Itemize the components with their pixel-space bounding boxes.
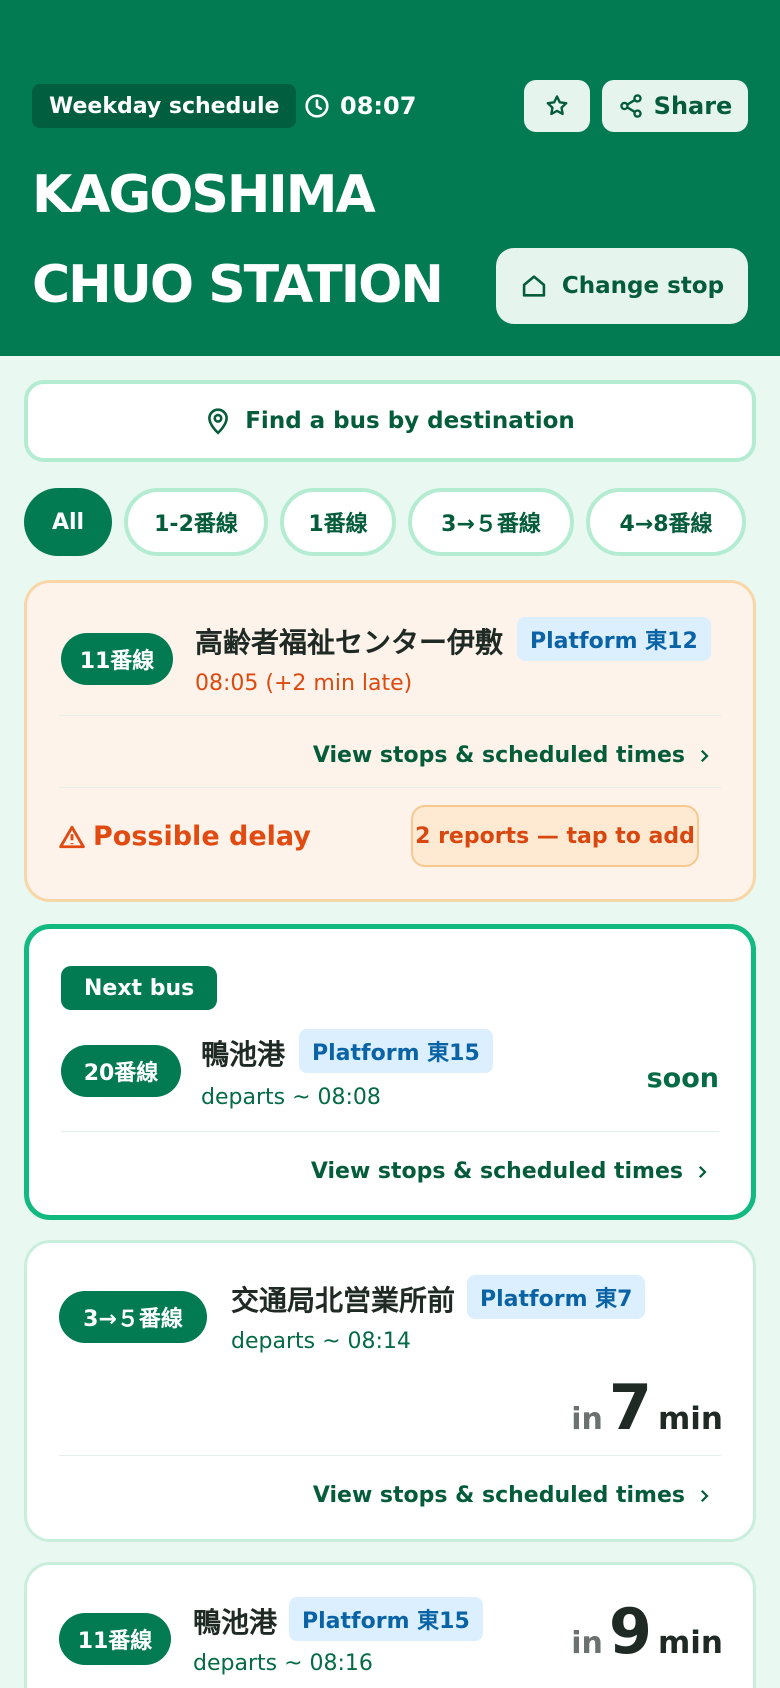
filter-chip-all[interactable]: All [24, 488, 112, 556]
star-icon [546, 95, 568, 116]
view-stops-label: View stops & scheduled times [312, 743, 685, 768]
share-button[interactable]: Share [602, 80, 748, 132]
eta: in 9 min [571, 1601, 723, 1663]
eta-unit: min [658, 1401, 723, 1437]
delay-reports-button[interactable]: 2 reports — tap to add [411, 805, 699, 867]
filter-chip-4-8[interactable]: 4→8番線 [586, 488, 746, 556]
view-stops-label: View stops & scheduled times [310, 1159, 683, 1184]
stop-title: KAGOSHIMA CHUO STATION [32, 150, 472, 330]
find-by-destination-label: Find a bus by destination [245, 408, 575, 434]
delay-status-text: 08:05 (+2 min late) [195, 671, 413, 696]
schedule-badge: Weekday schedule [32, 84, 297, 128]
divider [59, 787, 721, 788]
platform-badge: Platform 東15 [289, 1597, 483, 1641]
possible-delay-text: Possible delay [93, 821, 311, 852]
next-bus-badge: Next bus [61, 966, 218, 1010]
filter-chip-1-2[interactable]: 1-2番線 [124, 488, 268, 556]
view-stops-link[interactable]: View stops & scheduled times [313, 1483, 713, 1508]
divider [61, 1131, 719, 1132]
departure-card[interactable]: 3→５番線 交通局北営業所前 Platform 東7 departs ~ 08:… [24, 1240, 756, 1542]
eta-value: 7 [608, 1371, 652, 1444]
route-badge: 3→５番線 [59, 1291, 207, 1343]
eta-soon: soon [646, 1063, 719, 1094]
view-stops-link[interactable]: View stops & scheduled times [311, 1159, 711, 1184]
filter-chip-3-5[interactable]: 3→５番線 [408, 488, 574, 556]
departure-time: departs ~ 08:14 [231, 1329, 411, 1354]
filter-chip-1[interactable]: 1番線 [280, 488, 396, 556]
departure-time: departs ~ 08:16 [193, 1651, 373, 1676]
view-stops-link[interactable]: View stops & scheduled times [313, 743, 713, 768]
clock-icon [305, 94, 329, 118]
home-icon [522, 275, 546, 297]
chevron-right-icon [698, 1165, 707, 1178]
eta: in 7 min [571, 1377, 723, 1439]
eta-prefix: in [571, 1402, 603, 1437]
change-stop-button[interactable]: Change stop [496, 248, 748, 324]
route-badge: 20番線 [61, 1045, 181, 1097]
route-badge: 11番線 [59, 1613, 171, 1665]
current-time-value: 08:07 [340, 92, 417, 120]
favorite-button[interactable] [524, 80, 590, 132]
find-by-destination-button[interactable]: Find a bus by destination [24, 380, 756, 462]
stop-title-line1: KAGOSHIMA [32, 165, 376, 225]
destination: 交通局北営業所前 [231, 1284, 456, 1317]
possible-delay-label: Possible delay [59, 821, 311, 852]
divider [59, 715, 721, 716]
view-stops-label: View stops & scheduled times [312, 1483, 685, 1508]
stop-title-line2: CHUO STATION [32, 255, 444, 315]
departure-time: departs ~ 08:08 [201, 1085, 381, 1110]
current-time: 08:07 [304, 84, 416, 128]
eta-prefix: in [571, 1626, 603, 1661]
eta-unit: min [658, 1625, 723, 1661]
share-label: Share [653, 92, 733, 120]
destination: 高齢者福祉センター伊敷 [195, 626, 504, 659]
platform-badge: Platform 東15 [299, 1029, 493, 1073]
change-stop-label: Change stop [561, 273, 725, 299]
destination: 鴨池港 [193, 1606, 278, 1639]
eta-value: 9 [608, 1595, 652, 1668]
route-badge: 11番線 [61, 633, 173, 685]
share-icon [619, 94, 642, 118]
departure-card-next[interactable]: Next bus 20番線 鴨池港 Platform 東15 departs ~… [24, 924, 756, 1220]
divider [59, 1455, 721, 1456]
chevron-right-icon [700, 1489, 709, 1502]
platform-badge: Platform 東7 [467, 1275, 646, 1319]
platform-badge: Platform 東12 [517, 617, 711, 661]
departure-card[interactable]: 11番線 鴨池港 Platform 東15 departs ~ 08:16 in… [24, 1562, 756, 1688]
departure-card-delayed[interactable]: 11番線 高齢者福祉センター伊敷 Platform 東12 08:05 (+2 … [24, 580, 756, 902]
destination: 鴨池港 [201, 1038, 286, 1071]
warning-icon [59, 825, 85, 848]
header: Weekday schedule 08:07 Share KAGOSHIMA C… [0, 0, 780, 356]
location-pin-icon [208, 408, 229, 435]
chevron-right-icon [700, 749, 709, 762]
